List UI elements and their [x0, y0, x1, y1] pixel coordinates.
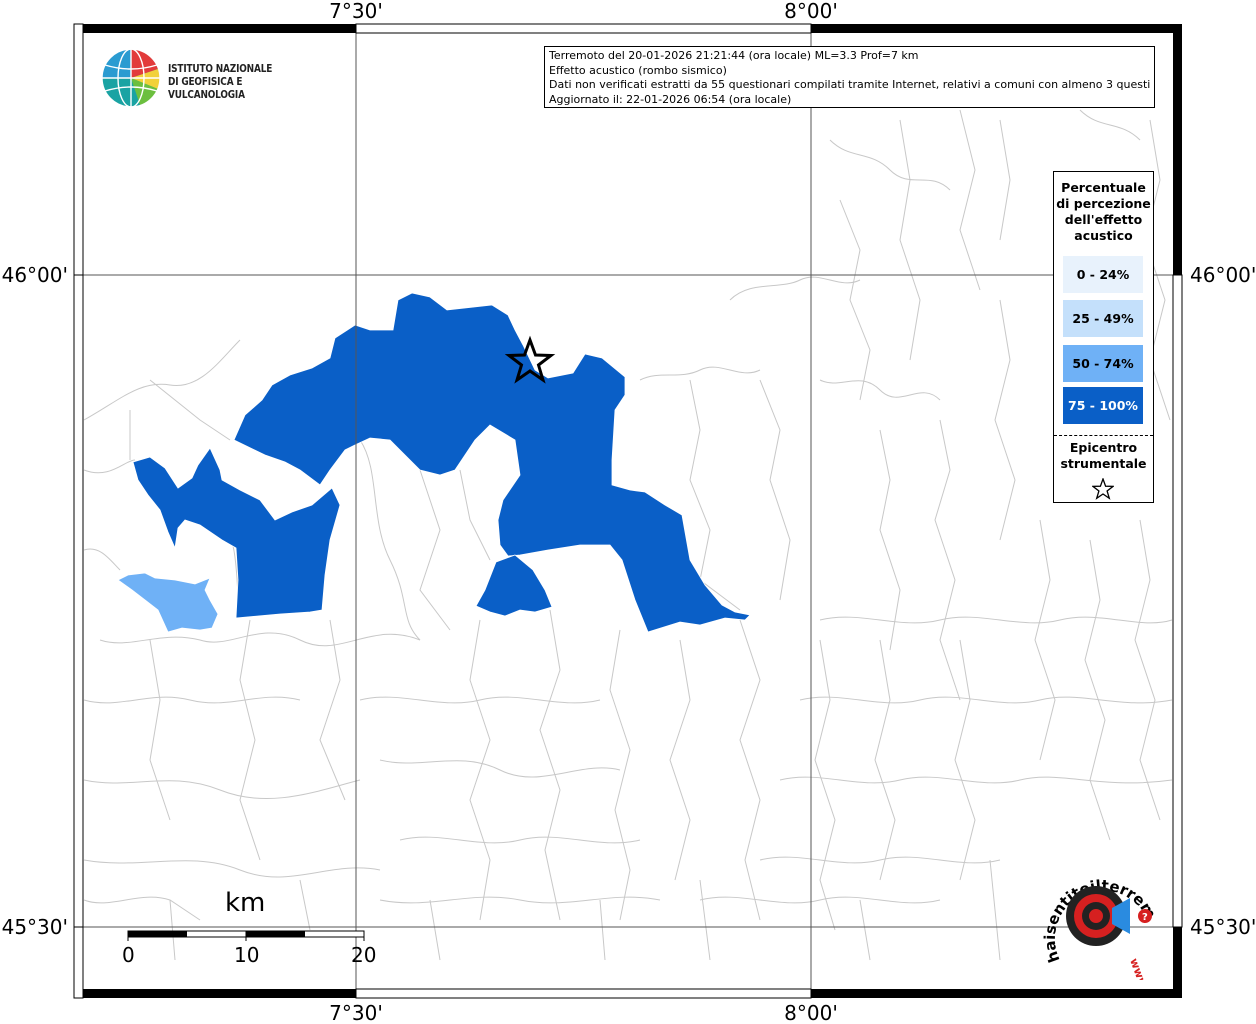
institute-name-line2: DI GEOFISICA E VULCANOLOGIA: [168, 76, 245, 101]
info-line-event: Terremoto del 20-01-2026 21:21:44 (ora l…: [549, 49, 919, 62]
scale-label-10: 10: [234, 943, 260, 967]
legend-swatch-50-74: 50 - 74%: [1063, 345, 1143, 382]
legend-epicenter-line: Epicentro: [1069, 440, 1138, 455]
legend-title-line: di percezione: [1056, 196, 1151, 211]
legend-epicenter-line: strumentale: [1060, 456, 1147, 471]
legend-epicenter-label: Epicentro strumentale: [1054, 440, 1153, 472]
lat-label-right-2: 45°30': [1190, 915, 1256, 939]
info-line-effect: Effetto acustico (rombo sismico): [549, 63, 727, 77]
lat-label-right-1: 46°00': [1190, 263, 1256, 287]
globe-icon: [101, 48, 161, 108]
info-line-data-note: Dati non verificati estratti da 55 quest…: [549, 78, 1150, 91]
info-line-updated: Aggiornato il: 22-01-2026 06:54 (ora loc…: [549, 92, 792, 106]
legend-title-line: Percentuale: [1061, 180, 1146, 195]
earthquake-info-box: Terremoto del 20-01-2026 21:21:44 (ora l…: [544, 46, 1155, 108]
scale-label-0: 0: [122, 943, 135, 967]
ingv-logo: ISTITUTO NAZIONALE DI GEOFISICA E VULCAN…: [100, 47, 320, 109]
legend-title: Percentuale di percezione dell'effetto a…: [1054, 180, 1153, 244]
institute-name: ISTITUTO NAZIONALE DI GEOFISICA E VULCAN…: [168, 63, 297, 102]
lon-label-top-2: 8°00': [784, 0, 838, 23]
www-text: www.: [1127, 957, 1151, 980]
legend-swatch-0-24: 0 - 24%: [1063, 256, 1143, 293]
lon-label-bottom-1: 7°30': [329, 1001, 383, 1024]
svg-text:?: ?: [1142, 912, 1148, 923]
legend-swatch-label: 0 - 24%: [1076, 267, 1130, 282]
scale-label-20: 20: [351, 943, 377, 967]
legend-title-line: acustico: [1074, 228, 1133, 243]
scale-unit-label: km: [225, 888, 266, 918]
legend-swatch-label: 50 - 74%: [1072, 356, 1134, 371]
lon-label-bottom-2: 8°00': [784, 1001, 838, 1024]
legend: Percentuale di percezione dell'effetto a…: [1053, 171, 1154, 503]
legend-title-line: dell'effetto: [1064, 212, 1143, 227]
legend-swatch-label: 25 - 49%: [1072, 311, 1134, 326]
lat-label-left-2: 45°30': [2, 915, 68, 939]
lat-label-left-1: 46°00': [2, 263, 68, 287]
legend-swatch-75-100: 75 - 100%: [1063, 387, 1143, 424]
lon-label-top-1: 7°30': [329, 0, 383, 23]
haisentito-logo: haisentitoilterremoto.it ? www.: [1030, 860, 1160, 980]
legend-swatch-label: 75 - 100%: [1068, 398, 1138, 413]
legend-divider: [1054, 435, 1153, 436]
legend-swatch-25-49: 25 - 49%: [1063, 300, 1143, 337]
legend-star-icon: [1092, 478, 1114, 500]
institute-name-line1: ISTITUTO NAZIONALE: [168, 63, 273, 75]
